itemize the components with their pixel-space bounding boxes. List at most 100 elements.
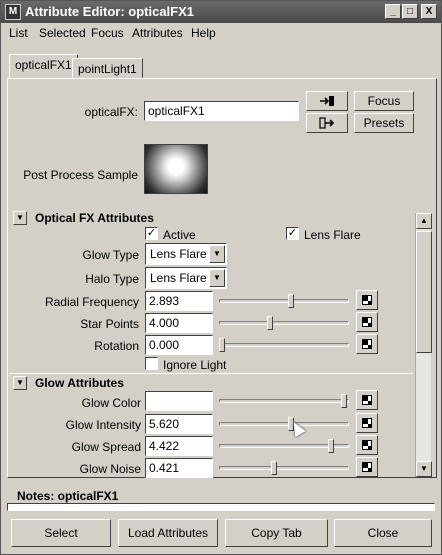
halo-type-label: Halo Type: [85, 272, 139, 286]
star-points-label: Star Points: [80, 317, 139, 331]
checker-icon: [362, 462, 372, 472]
map-texture-button[interactable]: [356, 290, 378, 310]
glow-spread-label: Glow Spread: [71, 440, 141, 454]
star-points-slider[interactable]: [219, 316, 349, 330]
glow-intensity-label: Glow Intensity: [65, 418, 141, 432]
slider-track: [219, 321, 349, 325]
scroll-up-icon[interactable]: ▲: [416, 213, 432, 229]
active-label: Active: [163, 228, 196, 242]
glow-type-label: Glow Type: [82, 248, 139, 262]
post-process-sample-label: Post Process Sample: [23, 168, 138, 182]
glow-noise-label: Glow Noise: [79, 462, 141, 476]
lens-flare-label: Lens Flare: [304, 228, 361, 242]
window-title: Attribute Editor: opticalFX1: [25, 4, 194, 19]
glow-color-swatch[interactable]: [145, 391, 213, 411]
glow-color-label: Glow Color: [81, 396, 141, 410]
glow-type-dropdown[interactable]: Lens Flare ▼: [145, 243, 227, 265]
radial-frequency-label: Radial Frequency: [44, 295, 139, 309]
close-window-button[interactable]: X: [421, 4, 437, 19]
checker-icon: [362, 418, 372, 428]
glow-noise-slider[interactable]: [219, 461, 349, 475]
slider-thumb[interactable]: [271, 461, 277, 475]
map-texture-button[interactable]: [356, 435, 378, 455]
rotation-slider[interactable]: [219, 338, 349, 352]
lens-flare-checkbox[interactable]: ✓: [286, 227, 299, 240]
minimize-button[interactable]: _: [385, 4, 401, 19]
menu-help[interactable]: Help: [191, 26, 216, 40]
slider-track: [219, 466, 349, 470]
menu-attributes[interactable]: Attributes: [132, 26, 183, 40]
optical-fx-section-title: Optical FX Attributes: [35, 211, 154, 225]
checker-icon: [362, 395, 372, 405]
checker-icon: [362, 440, 372, 450]
slider-track: [219, 343, 349, 347]
star-points-field[interactable]: 4.000: [145, 313, 213, 333]
checker-icon: [362, 339, 372, 349]
maximize-button[interactable]: □: [402, 4, 418, 19]
glow-intensity-slider[interactable]: [219, 417, 349, 431]
radial-frequency-field[interactable]: 2.893: [145, 291, 213, 311]
menu-focus[interactable]: Focus: [91, 26, 124, 40]
menu-bar: List Selected Focus Attributes Help: [1, 23, 441, 43]
slider-track: [219, 399, 349, 403]
glow-spread-field[interactable]: 4.422: [145, 436, 213, 456]
glow-section-title: Glow Attributes: [35, 376, 124, 390]
glow-spread-slider[interactable]: [219, 439, 349, 453]
close-button[interactable]: Close: [334, 519, 432, 547]
output-connection-icon: [319, 117, 335, 129]
map-texture-button[interactable]: [356, 457, 378, 477]
input-connection-icon: [320, 96, 334, 106]
presets-button[interactable]: Presets: [354, 113, 414, 133]
rotation-label: Rotation: [94, 339, 139, 353]
input-connections-button[interactable]: [306, 91, 348, 111]
map-texture-button[interactable]: [356, 413, 378, 433]
attribute-editor-window: M Attribute Editor: opticalFX1 _ □ X Lis…: [0, 0, 442, 555]
slider-thumb[interactable]: [341, 394, 347, 408]
load-attributes-button[interactable]: Load Attributes: [118, 519, 218, 547]
slider-thumb[interactable]: [219, 338, 225, 352]
map-texture-button[interactable]: [356, 390, 378, 410]
maya-app-icon: M: [5, 4, 21, 20]
slider-thumb[interactable]: [267, 316, 273, 330]
halo-type-value: Lens Flare: [150, 271, 207, 285]
slider-thumb[interactable]: [288, 294, 294, 308]
output-connections-button[interactable]: [306, 113, 348, 133]
select-button[interactable]: Select: [11, 519, 111, 547]
focus-button[interactable]: Focus: [354, 91, 414, 111]
glow-sample-swatch: [144, 144, 208, 194]
checker-icon: [362, 295, 372, 305]
notes-field[interactable]: [7, 503, 435, 511]
slider-thumb[interactable]: [328, 439, 334, 453]
collapse-triangle-icon[interactable]: ▼: [13, 211, 27, 225]
halo-type-dropdown[interactable]: Lens Flare ▼: [145, 267, 227, 289]
rotation-field[interactable]: 0.000: [145, 335, 213, 355]
map-texture-button[interactable]: [356, 312, 378, 332]
radial-frequency-slider[interactable]: [219, 294, 349, 308]
node-type-label: opticalFX:: [84, 105, 138, 119]
active-checkbox[interactable]: ✓: [145, 227, 158, 240]
slider-track: [219, 422, 349, 426]
glow-noise-field[interactable]: 0.421: [145, 458, 213, 478]
optical-fx-section-header[interactable]: ▼ Optical FX Attributes: [9, 209, 413, 229]
notes-label: Notes: opticalFX1: [17, 489, 119, 503]
menu-selected[interactable]: Selected: [39, 26, 86, 40]
glow-section-header[interactable]: ▼ Glow Attributes: [9, 373, 413, 393]
glow-color-slider[interactable]: [219, 394, 349, 408]
ignore-light-checkbox[interactable]: [145, 357, 158, 370]
scroll-down-icon[interactable]: ▼: [416, 461, 432, 477]
menu-list[interactable]: List: [9, 26, 28, 40]
chevron-down-icon[interactable]: ▼: [209, 269, 225, 287]
title-bar[interactable]: M Attribute Editor: opticalFX1 _ □ X: [1, 1, 441, 23]
tab-pointlight1[interactable]: pointLight1: [72, 58, 143, 78]
glow-intensity-field[interactable]: 5.620: [145, 414, 213, 434]
chevron-down-icon[interactable]: ▼: [209, 245, 225, 263]
checker-icon: [362, 317, 372, 327]
vertical-scrollbar[interactable]: ▲ ▼: [415, 213, 432, 477]
slider-track: [219, 299, 349, 303]
collapse-triangle-icon[interactable]: ▼: [13, 376, 27, 390]
node-name-field[interactable]: opticalFX1: [144, 101, 299, 121]
scroll-thumb[interactable]: [416, 231, 432, 353]
copy-tab-button[interactable]: Copy Tab: [225, 519, 328, 547]
tab-opticalfx1[interactable]: opticalFX1: [9, 54, 78, 78]
map-texture-button[interactable]: [356, 334, 378, 354]
